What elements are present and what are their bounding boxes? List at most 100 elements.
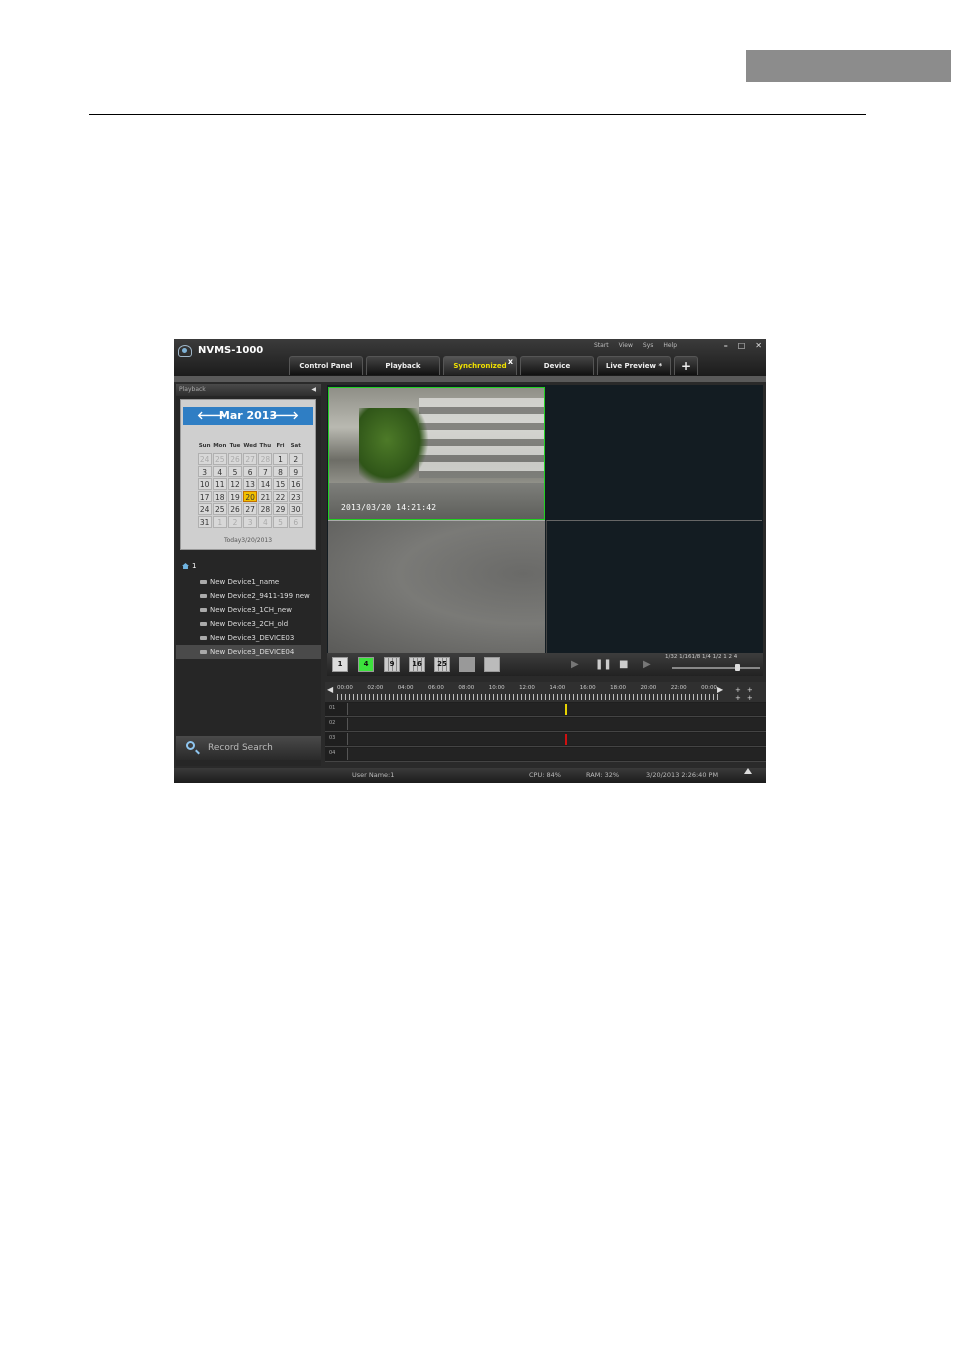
speed-slider[interactable] — [672, 667, 760, 669]
calendar-day[interactable]: 9 — [288, 465, 303, 478]
calendar-day[interactable]: 5 — [273, 516, 288, 528]
tab-playback[interactable]: Playback — [366, 356, 440, 375]
calendar-day[interactable]: 14 — [258, 478, 273, 490]
timeline-track[interactable] — [347, 718, 766, 730]
calendar-day[interactable]: 29 — [273, 503, 288, 516]
calendar-day[interactable]: 15 — [273, 478, 288, 490]
menu-view[interactable]: View — [619, 342, 633, 349]
layout-9-button[interactable]: 9 — [384, 657, 400, 672]
close-icon[interactable]: ✕ — [755, 341, 762, 350]
calendar-day[interactable]: 21 — [258, 490, 273, 503]
video-cell-4[interactable] — [546, 520, 762, 653]
calendar-day[interactable]: 28 — [258, 453, 273, 465]
fullscreen-icon[interactable] — [484, 657, 500, 672]
collapse-arrow-icon[interactable]: ◀ — [311, 384, 316, 396]
pause-icon[interactable]: ❚❚ — [595, 659, 612, 670]
calendar-day[interactable]: 26 — [227, 503, 243, 516]
calendar-day[interactable]: 16 — [288, 478, 303, 490]
tab-control-panel[interactable]: Control Panel — [289, 356, 363, 375]
calendar-day[interactable]: 27 — [243, 453, 258, 465]
calendar-day[interactable]: 24 — [197, 453, 212, 465]
weekday-label: Tue — [229, 443, 241, 449]
calendar-day[interactable]: 8 — [273, 465, 288, 478]
timeline-track[interactable] — [347, 733, 766, 745]
tab-synchronized[interactable]: Synchronized x — [443, 356, 517, 375]
calendar-day[interactable]: 19 — [227, 490, 243, 503]
maximize-icon[interactable]: □ — [738, 341, 746, 350]
timeline-next-icon[interactable]: ▶ — [717, 685, 723, 694]
calendar-day[interactable]: 23 — [288, 490, 303, 503]
calendar-day[interactable]: 25 — [212, 453, 227, 465]
calendar-day[interactable]: 1 — [273, 453, 288, 465]
speed-slider-knob[interactable] — [735, 664, 740, 671]
calendar-day[interactable]: 3 — [243, 516, 258, 528]
layout-16-button[interactable]: 16 — [409, 657, 425, 672]
timeline-track[interactable] — [347, 748, 766, 760]
record-search-label: Record Search — [208, 743, 273, 753]
calendar-day[interactable]: 4 — [258, 516, 273, 528]
video-cell-2[interactable] — [546, 387, 762, 520]
calendar-day[interactable]: 1 — [212, 516, 227, 528]
calendar-day[interactable]: 11 — [212, 478, 227, 490]
calendar-day[interactable]: 28 — [258, 503, 273, 516]
timeline-zoom[interactable]: ++ ++ — [735, 686, 766, 702]
device-item[interactable]: New Device1_name — [200, 575, 279, 589]
stop-icon[interactable]: ■ — [619, 659, 628, 670]
add-tab-button[interactable]: + — [674, 356, 698, 375]
device-item[interactable]: New Device3_2CH_old — [200, 617, 288, 631]
prev-month-icon[interactable]: 🡐 — [197, 407, 227, 425]
calendar-day[interactable]: 17 — [197, 490, 212, 503]
calendar-day[interactable]: 6 — [288, 516, 303, 528]
calendar-day[interactable]: 3 — [197, 465, 212, 478]
calendar-day[interactable]: 13 — [243, 478, 258, 490]
calendar-day[interactable]: 5 — [227, 465, 243, 478]
status-ram: RAM: 32% — [586, 771, 620, 779]
tab-live-preview[interactable]: Live Preview * — [597, 356, 671, 375]
weekday-label: Mon — [213, 443, 227, 449]
search-icon — [186, 741, 195, 750]
tab-device[interactable]: Device — [520, 356, 594, 375]
record-search-button[interactable]: Record Search — [176, 736, 321, 760]
device-item[interactable]: New Device2_9411-199 new — [200, 589, 310, 603]
menu-start[interactable]: Start — [594, 342, 609, 349]
step-icon[interactable]: ▶ — [643, 659, 651, 670]
tree-root[interactable]: 1 — [182, 562, 196, 570]
calendar-day[interactable]: 2 — [227, 516, 243, 528]
weekday-label: Sat — [290, 443, 301, 449]
calendar-day[interactable]: 12 — [227, 478, 243, 490]
timeline-track[interactable] — [347, 703, 766, 715]
calendar-day-selected[interactable]: 20 — [243, 490, 258, 503]
calendar-day[interactable]: 30 — [288, 503, 303, 516]
video-cell-3[interactable] — [328, 520, 545, 653]
tab-close-icon[interactable]: x — [508, 357, 513, 366]
calendar-day[interactable]: 22 — [273, 490, 288, 503]
layout-25-button[interactable]: 25 — [434, 657, 450, 672]
timeline-row: 02 — [325, 717, 766, 732]
device-item[interactable]: New Device3_1CH_new — [200, 603, 292, 617]
play-icon[interactable]: ▶ — [571, 659, 579, 670]
calendar-day[interactable]: 4 — [212, 465, 227, 478]
device-item[interactable]: New Device3_DEVICE04 — [176, 645, 321, 659]
calendar-day[interactable]: 24 — [197, 503, 212, 516]
layout-1-button[interactable]: 1 — [332, 657, 348, 672]
menu-help[interactable]: Help — [663, 342, 677, 349]
calendar-day[interactable]: 7 — [258, 465, 273, 478]
calendar-day[interactable]: 18 — [212, 490, 227, 503]
calendar-day[interactable]: 2 — [288, 453, 303, 465]
device-item[interactable]: New Device3_DEVICE03 — [200, 631, 294, 645]
next-month-icon[interactable]: 🡒 — [270, 407, 300, 425]
layout-4-button[interactable]: 4 — [358, 657, 374, 672]
timeline-prev-icon[interactable]: ◀ — [327, 685, 333, 694]
calendar-day[interactable]: 6 — [243, 465, 258, 478]
video-cell-1[interactable]: 2013/03/20 14:21:42 — [328, 387, 545, 520]
calendar-day[interactable]: 10 — [197, 478, 212, 490]
calendar-day[interactable]: 27 — [243, 503, 258, 516]
calendar-today-label[interactable]: Today3/20/2013 — [181, 537, 315, 544]
minimize-icon[interactable]: – — [724, 341, 728, 350]
calendar-day[interactable]: 25 — [212, 503, 227, 516]
menu-sys[interactable]: Sys — [643, 342, 654, 349]
calendar-day[interactable]: 26 — [227, 453, 243, 465]
expand-up-icon[interactable] — [744, 768, 752, 774]
snapshot-disabled-icon[interactable] — [459, 657, 475, 672]
calendar-day[interactable]: 31 — [197, 516, 212, 528]
